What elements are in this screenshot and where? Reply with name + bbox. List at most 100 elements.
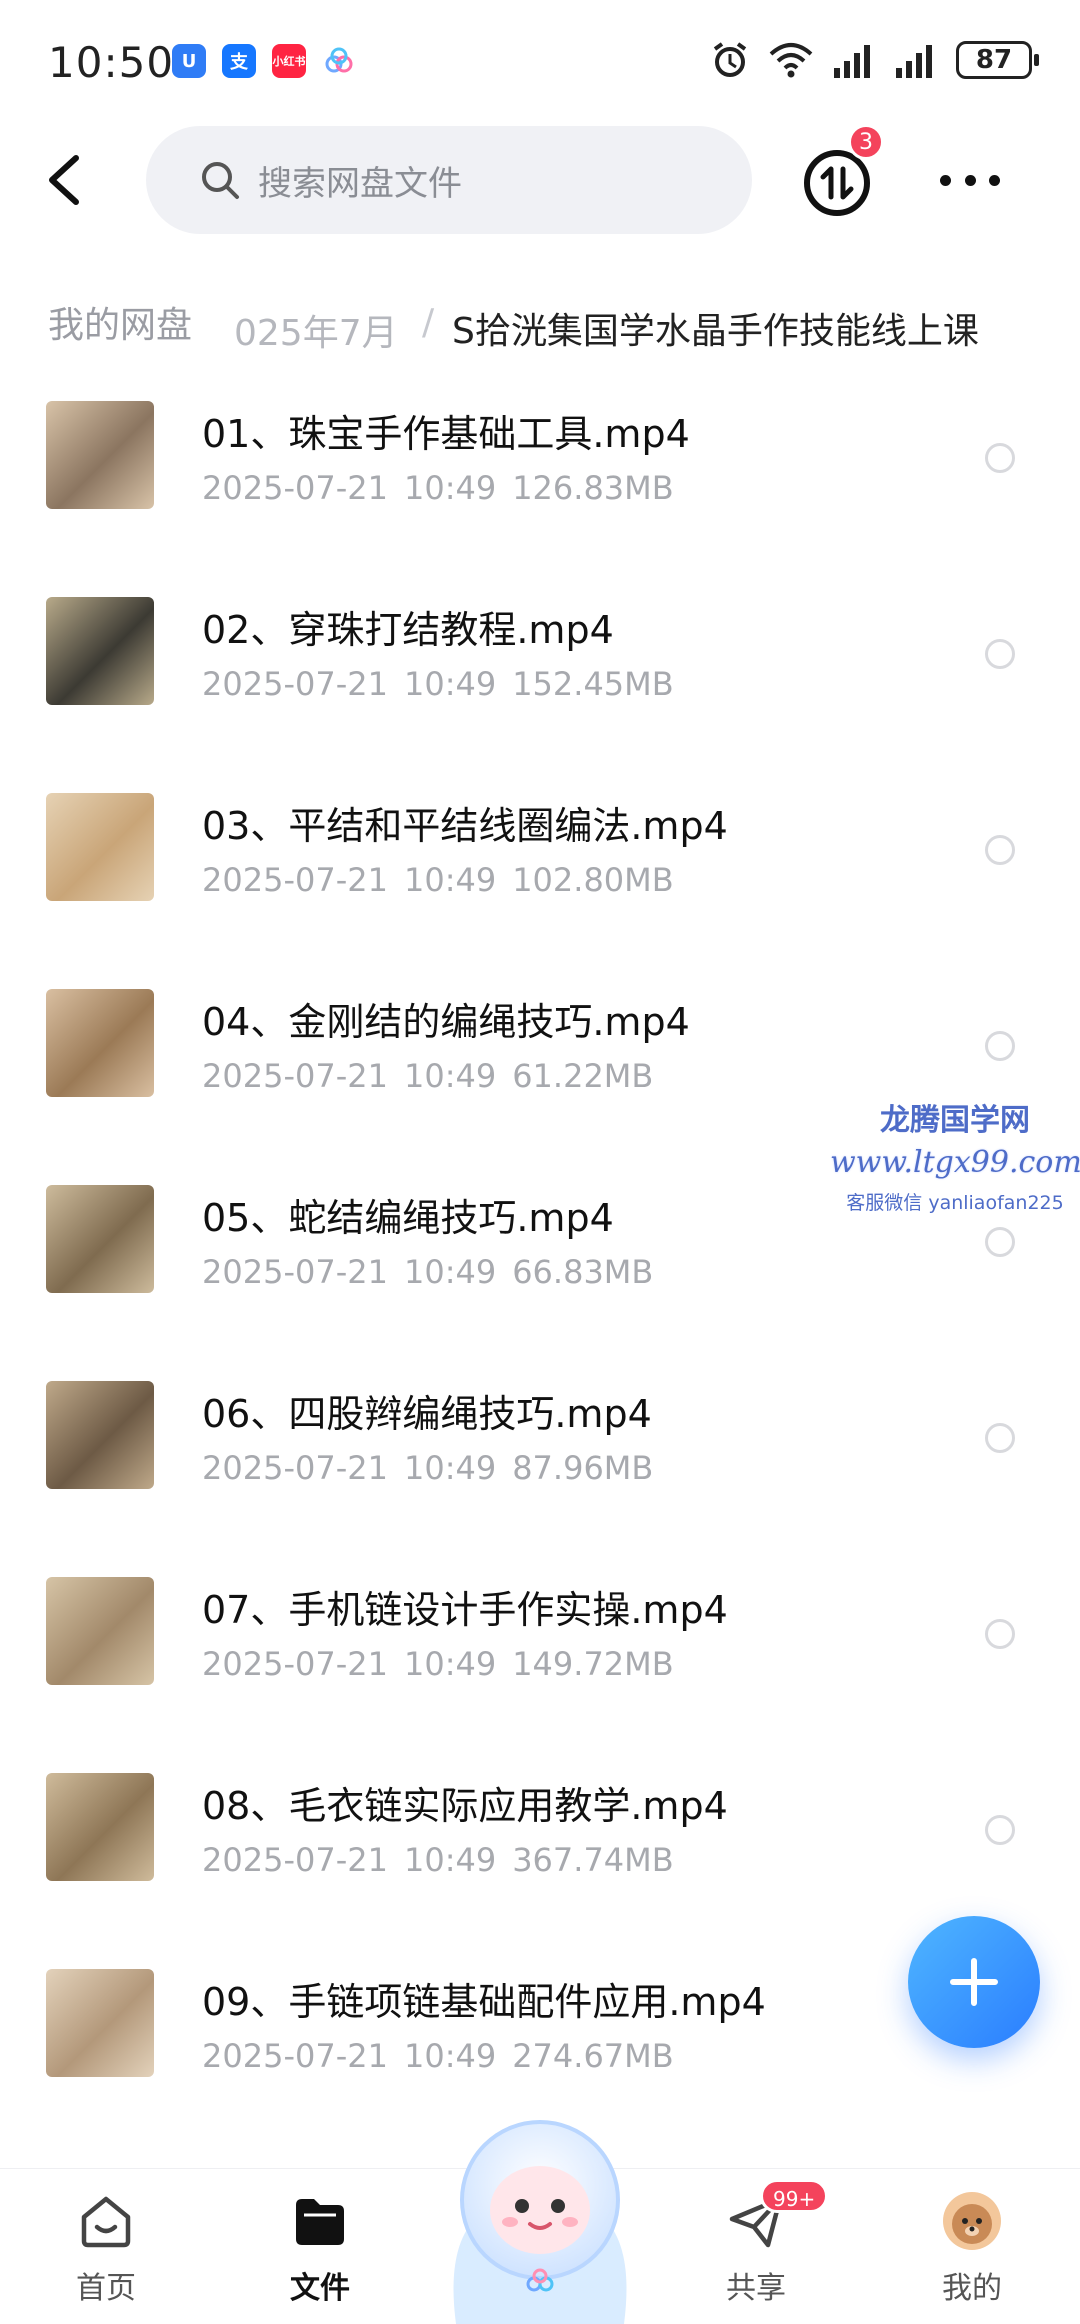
file-meta: 2025-07-21 10:49 66.83MB: [202, 1253, 653, 1291]
file-name: 09、手链项链基础配件应用.mp4: [202, 1980, 766, 2024]
file-size: 66.83MB: [512, 1253, 654, 1291]
select-radio[interactable]: [985, 1619, 1015, 1649]
nav-files-label: 文件: [290, 2271, 350, 2306]
nav-home[interactable]: 首页: [46, 2191, 166, 2311]
file-time: 10:49: [403, 1449, 497, 1487]
file-size: 149.72MB: [512, 1645, 674, 1683]
watermark-url: www.ltgx99.com: [830, 1145, 1080, 1180]
search-placeholder: 搜索网盘文件: [258, 163, 462, 204]
file-date: 2025-07-21: [202, 1841, 388, 1879]
file-time: 10:49: [403, 1841, 497, 1879]
breadcrumb-root[interactable]: 我的网盘: [20, 282, 221, 362]
avatar: [943, 2192, 1001, 2250]
nav-share-label: 共享: [726, 2271, 786, 2306]
file-row[interactable]: 02、穿珠打结教程.mp4 2025-07-21 10:49 152.45MB: [0, 591, 1080, 787]
file-meta: 2025-07-21 10:49 61.22MB: [202, 1057, 653, 1095]
video-thumbnail: [46, 1381, 154, 1489]
file-time: 10:49: [403, 1645, 497, 1683]
add-button[interactable]: [908, 1916, 1040, 2048]
file-date: 2025-07-21: [202, 1645, 388, 1683]
file-name: 04、金刚结的编绳技巧.mp4: [202, 1000, 690, 1044]
security-app-icon: U: [172, 44, 206, 78]
file-row[interactable]: 07、手机链设计手作实操.mp4 2025-07-21 10:49 149.72MB: [0, 1571, 1080, 1767]
nav-mine-label: 我的: [942, 2271, 1002, 2306]
ai-assistant-mascot[interactable]: [436, 2108, 644, 2324]
file-name: 05、蛇结编绳技巧.mp4: [202, 1196, 614, 1240]
search-icon: [202, 162, 239, 199]
file-meta: 2025-07-21 10:49 367.74MB: [202, 1841, 674, 1879]
home-icon: [81, 2196, 131, 2248]
file-size: 102.80MB: [512, 861, 674, 899]
alarm-icon: [713, 42, 747, 77]
back-button[interactable]: [36, 150, 96, 210]
watermark-contact: 客服微信 yanliaofan225: [846, 1192, 1064, 1214]
select-radio[interactable]: [985, 1815, 1015, 1845]
nav-files[interactable]: 文件: [260, 2191, 380, 2311]
nav-mine[interactable]: 我的: [912, 2191, 1032, 2311]
select-radio[interactable]: [985, 639, 1015, 669]
nav-home-label: 首页: [76, 2271, 136, 2306]
more-dot-icon: [940, 174, 951, 186]
status-time: 10:50: [48, 38, 175, 87]
file-name: 08、毛衣链实际应用教学.mp4: [202, 1784, 728, 1828]
file-row[interactable]: 03、平结和平结线圈编法.mp4 2025-07-21 10:49 102.80MB: [0, 787, 1080, 983]
video-thumbnail: [46, 1185, 154, 1293]
search-input[interactable]: 搜索网盘文件: [146, 126, 752, 234]
select-radio[interactable]: [985, 1423, 1015, 1453]
file-date: 2025-07-21: [202, 1057, 388, 1095]
file-name: 06、四股辫编绳技巧.mp4: [202, 1392, 652, 1436]
file-name: 07、手机链设计手作实操.mp4: [202, 1588, 728, 1632]
file-size: 152.45MB: [512, 665, 674, 703]
header: 搜索网盘文件 3: [0, 120, 1080, 240]
more-options-button[interactable]: [940, 160, 1000, 200]
select-radio[interactable]: [985, 1227, 1015, 1257]
file-date: 2025-07-21: [202, 665, 388, 703]
file-time: 10:49: [403, 469, 497, 507]
select-radio[interactable]: [985, 835, 1015, 865]
nav-share[interactable]: 99+ 共享: [696, 2179, 829, 2311]
transfer-button[interactable]: [804, 150, 870, 216]
video-thumbnail: [46, 793, 154, 901]
more-dot-icon: [989, 174, 1000, 186]
file-meta: 2025-07-21 10:49 126.83MB: [202, 469, 674, 507]
file-meta: 2025-07-21 10:49 87.96MB: [202, 1449, 653, 1487]
file-time: 10:49: [403, 861, 497, 899]
battery-indicator: 87: [956, 41, 1039, 79]
file-row[interactable]: 08、毛衣链实际应用教学.mp4 2025-07-21 10:49 367.74MB: [0, 1767, 1080, 1963]
breadcrumb-folder-month[interactable]: 025年7月: [234, 304, 398, 356]
file-name: 01、珠宝手作基础工具.mp4: [202, 412, 690, 456]
select-radio[interactable]: [985, 1031, 1015, 1061]
file-name: 03、平结和平结线圈编法.mp4: [202, 804, 728, 848]
signal-icon-2: [896, 45, 932, 78]
video-thumbnail: [46, 1577, 154, 1685]
video-thumbnail: [46, 1773, 154, 1881]
file-size: 61.22MB: [512, 1057, 654, 1095]
breadcrumb-current-folder: S拾洸集国学水晶手作技能线上课: [452, 311, 979, 352]
transfer-count-badge: 3: [848, 124, 884, 160]
xiaohongshu-app-icon: 小红书: [272, 44, 306, 78]
status-indicators: 87: [710, 40, 1039, 80]
video-thumbnail: [46, 597, 154, 705]
file-meta: 2025-07-21 10:49 274.67MB: [202, 2037, 674, 2075]
watermark: 龙腾国学网 www.ltgx99.com 客服微信 yanliaofan225: [830, 1095, 1080, 1215]
status-app-icons: U 支 小红书: [172, 44, 356, 78]
video-thumbnail: [46, 401, 154, 509]
file-size: 274.67MB: [512, 2037, 674, 2075]
file-time: 10:49: [403, 1253, 497, 1291]
file-row[interactable]: 06、四股辫编绳技巧.mp4 2025-07-21 10:49 87.96MB: [0, 1375, 1080, 1571]
watermark-title: 龙腾国学网: [880, 1103, 1030, 1138]
file-name: 02、穿珠打结教程.mp4: [202, 608, 614, 652]
file-size: 126.83MB: [512, 469, 674, 507]
file-date: 2025-07-21: [202, 1449, 388, 1487]
video-thumbnail: [46, 989, 154, 1097]
cloud-app-icon: [322, 44, 356, 78]
file-time: 10:49: [403, 1057, 497, 1095]
signal-icon-1: [834, 45, 870, 78]
select-radio[interactable]: [985, 443, 1015, 473]
file-row[interactable]: 01、珠宝手作基础工具.mp4 2025-07-21 10:49 126.83MB: [0, 395, 1080, 591]
share-count-badge: 99+: [760, 2179, 829, 2213]
file-date: 2025-07-21: [202, 469, 388, 507]
folder-icon: [296, 2199, 344, 2245]
file-date: 2025-07-21: [202, 861, 388, 899]
transfer-arrows-icon: [820, 166, 854, 200]
